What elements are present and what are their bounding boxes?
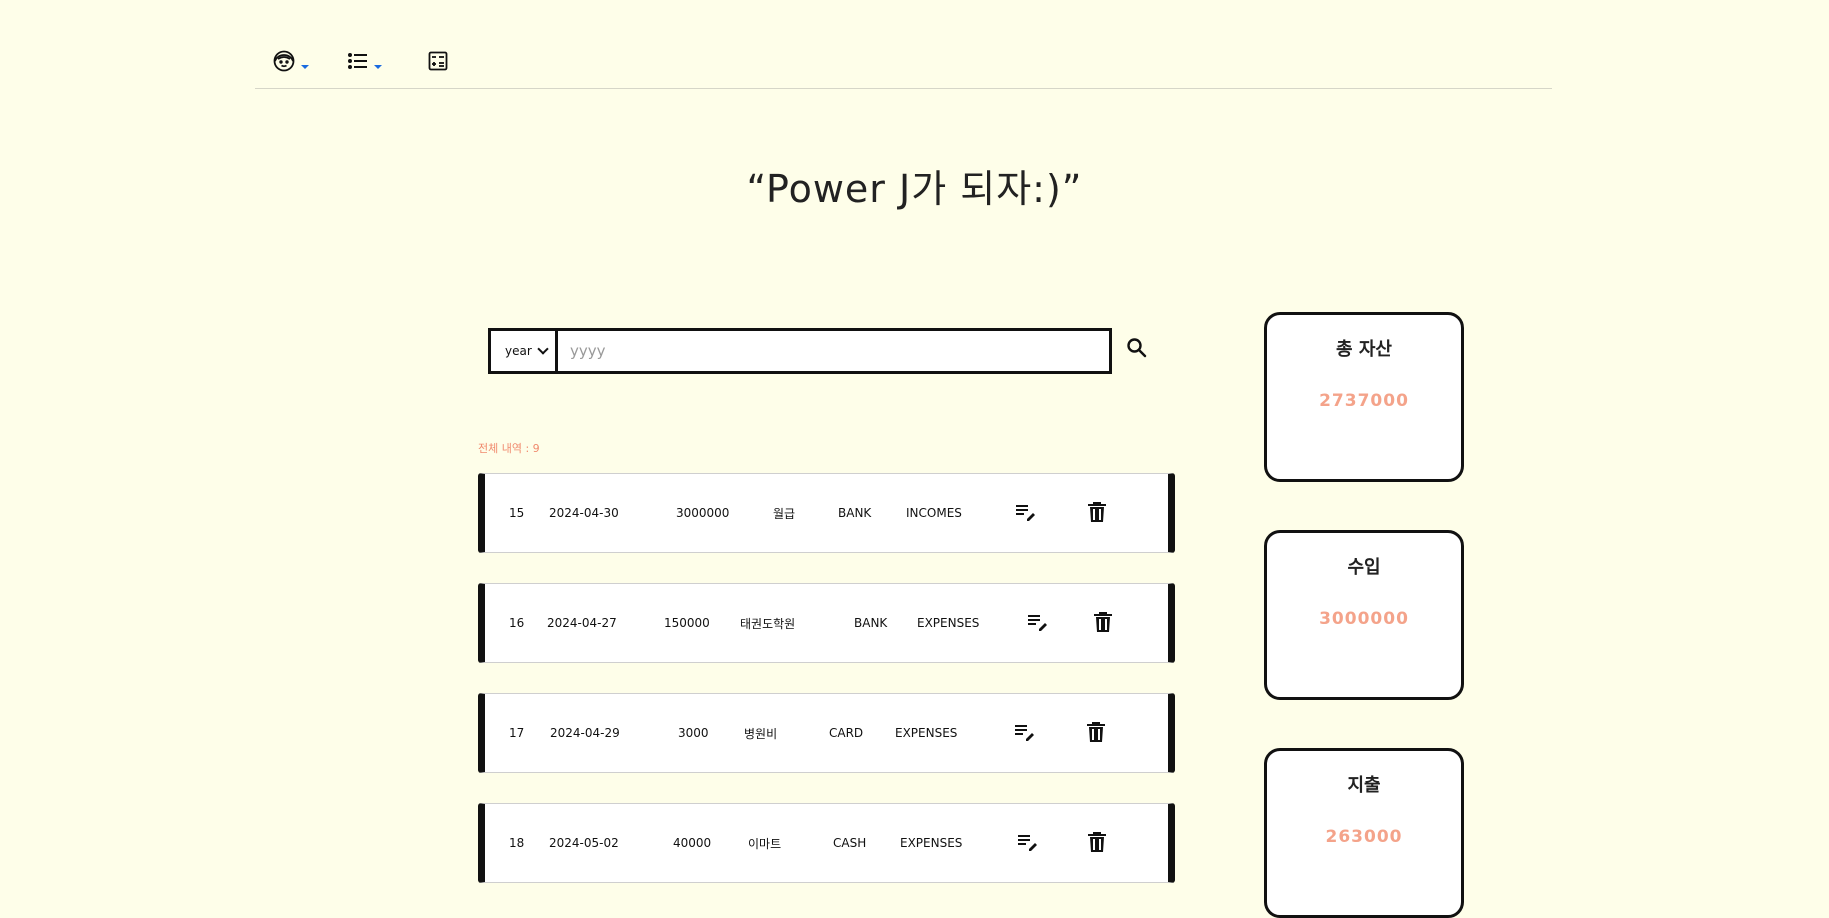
record-type: EXPENSES — [917, 616, 980, 630]
record-memo: 태권도학원 — [740, 616, 796, 631]
record-amount: 3000 — [678, 726, 709, 740]
edit-button[interactable] — [1014, 500, 1038, 524]
record-id: 18 — [509, 836, 525, 850]
search-icon — [1125, 338, 1149, 364]
trash-icon — [1085, 502, 1109, 527]
record-id: 15 — [509, 506, 525, 520]
trash-icon — [1091, 612, 1115, 637]
search-button[interactable] — [1125, 336, 1151, 362]
total-assets-card: 총 자산 2737000 — [1264, 312, 1464, 482]
record-list: 15 2024-04-30 3000000 월급 BANK INCOMES 16… — [478, 473, 1175, 913]
trash-icon — [1084, 722, 1108, 747]
list-item: 15 2024-04-30 3000000 월급 BANK INCOMES — [478, 473, 1175, 553]
search-input[interactable] — [558, 331, 1109, 371]
list-item: 18 2024-05-02 40000 이마트 CASH EXPENSES — [478, 803, 1175, 883]
edit-button[interactable] — [1026, 610, 1050, 634]
edit-button[interactable] — [1013, 720, 1037, 744]
record-type: INCOMES — [906, 506, 962, 520]
record-memo: 이마트 — [748, 836, 782, 851]
card-value: 3000000 — [1319, 609, 1409, 629]
record-type: EXPENSES — [900, 836, 963, 850]
record-type: EXPENSES — [895, 726, 958, 740]
top-nav — [255, 0, 1552, 89]
edit-note-icon — [1016, 835, 1040, 857]
delete-button[interactable] — [1091, 610, 1115, 634]
calculator-button[interactable] — [428, 44, 448, 78]
total-count: 전체 내역 : 9 — [478, 442, 540, 455]
card-title: 지출 — [1347, 775, 1381, 796]
record-payment: BANK — [838, 506, 872, 520]
record-amount: 40000 — [673, 836, 712, 850]
list-icon — [347, 50, 369, 72]
record-amount: 3000000 — [676, 506, 730, 520]
edit-note-icon — [1013, 725, 1037, 747]
delete-button[interactable] — [1085, 830, 1109, 854]
edit-button[interactable] — [1016, 830, 1040, 854]
card-title: 총 자산 — [1336, 339, 1392, 360]
income-card: 수입 3000000 — [1264, 530, 1464, 700]
search-bar: year — [488, 328, 1112, 374]
list-item: 17 2024-04-29 3000 병원비 CARD EXPENSES — [478, 693, 1175, 773]
list-dropdown[interactable] — [347, 44, 382, 78]
trash-icon — [1085, 832, 1109, 857]
profile-icon — [272, 49, 296, 73]
chevron-down-icon — [537, 343, 549, 355]
delete-button[interactable] — [1084, 720, 1108, 744]
search-type-value: year — [505, 344, 532, 358]
record-payment: BANK — [854, 616, 888, 630]
chevron-down-icon — [374, 65, 382, 69]
record-date: 2024-04-30 — [549, 506, 619, 520]
record-date: 2024-05-02 — [549, 836, 619, 850]
delete-button[interactable] — [1085, 500, 1109, 524]
search-type-select[interactable]: year — [491, 331, 558, 371]
record-payment: CASH — [833, 836, 867, 850]
record-payment: CARD — [829, 726, 864, 740]
card-title: 수입 — [1347, 557, 1381, 578]
edit-note-icon — [1014, 505, 1038, 527]
record-date: 2024-04-29 — [550, 726, 620, 740]
chevron-down-icon — [301, 65, 309, 69]
record-id: 17 — [509, 726, 525, 740]
record-amount: 150000 — [664, 616, 710, 630]
expense-card: 지출 263000 — [1264, 748, 1464, 918]
record-id: 16 — [509, 616, 525, 630]
record-memo: 월급 — [773, 506, 796, 521]
card-value: 2737000 — [1319, 391, 1409, 411]
list-item: 16 2024-04-27 150000 태권도학원 BANK EXPENSES — [478, 583, 1175, 663]
page-title: “Power J가 되자:)” — [746, 167, 1083, 211]
edit-note-icon — [1026, 615, 1050, 637]
record-date: 2024-04-27 — [547, 616, 617, 630]
record-memo: 병원비 — [744, 726, 778, 741]
profile-dropdown[interactable] — [272, 44, 309, 78]
card-value: 263000 — [1325, 827, 1403, 847]
calculator-icon — [428, 51, 448, 71]
